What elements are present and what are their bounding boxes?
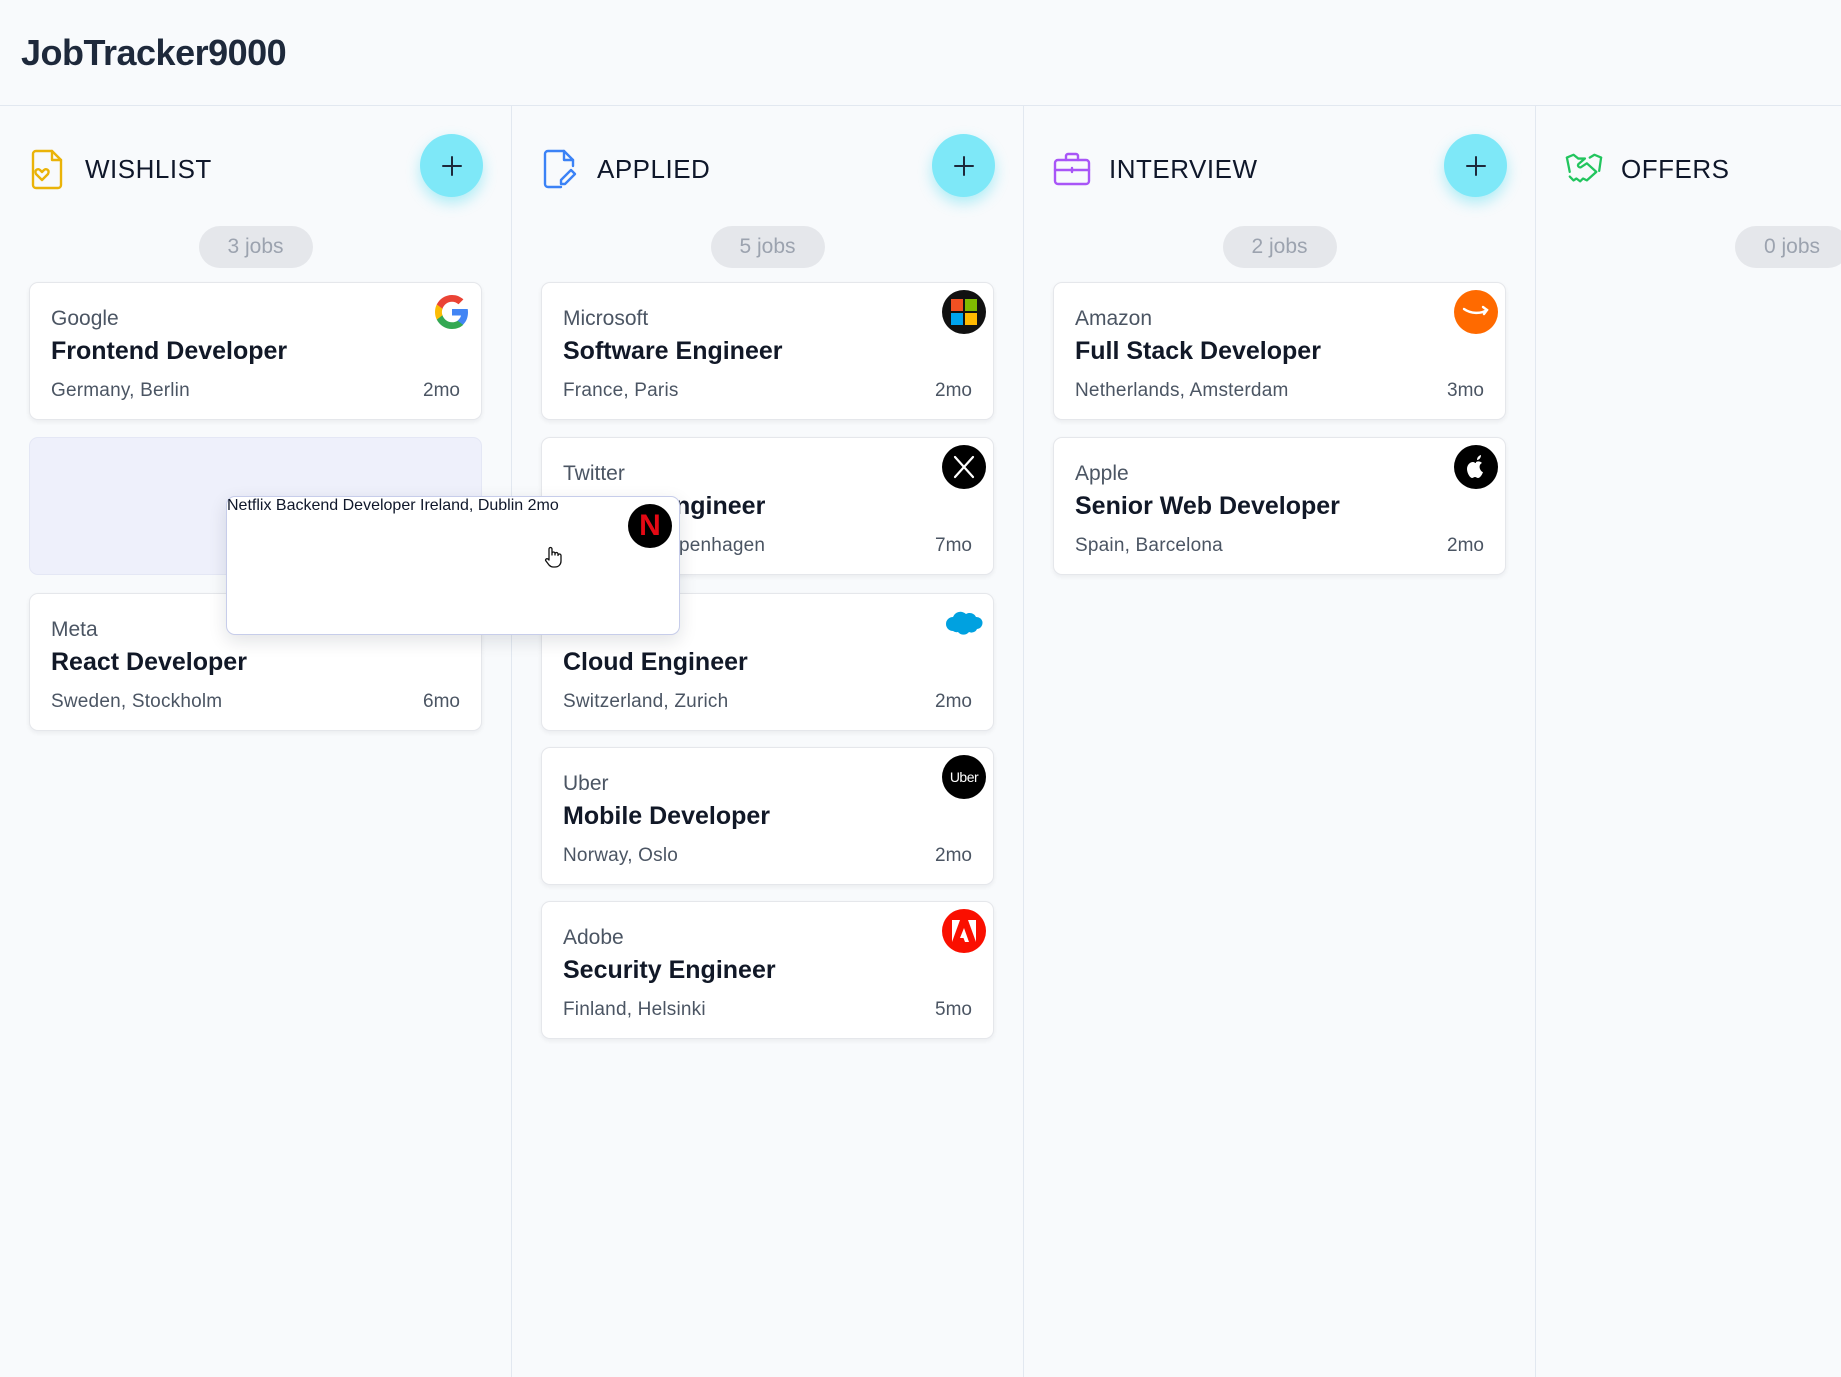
amazon-logo [1454,290,1498,334]
add-job-button[interactable] [932,134,995,197]
app-title: JobTracker9000 [21,32,287,73]
job-card[interactable]: Microsoft Software Engineer France, Pari… [541,282,994,420]
company-name: Twitter [563,462,625,485]
company-name: Google [51,307,119,330]
job-age: 2mo [527,497,559,514]
job-location: penhagen [679,535,766,556]
job-location: Spain, Barcelona [1075,535,1223,556]
job-location: Switzerland, Zurich [563,691,729,712]
job-count-badge: 2 jobs [1222,226,1337,268]
uber-logo: Uber [942,755,986,799]
job-card[interactable]: Amazon Full Stack Developer Netherlands,… [1053,282,1506,420]
job-age: 7mo [935,535,972,556]
job-age: 2mo [935,380,972,401]
company-name: Microsoft [563,307,649,330]
column-applied: APPLIED 5 jobs Microsoft Software Engine… [512,106,1024,1377]
plus-icon [441,155,462,176]
kanban-board: WISHLIST 3 jobs Google Frontend Develope… [0,106,1841,1377]
job-age: 3mo [1447,380,1484,401]
job-card[interactable]: Google Frontend Developer Germany, Berli… [29,282,482,420]
microsoft-logo [942,290,986,334]
column-title: INTERVIEW [1109,153,1258,184]
company-name: Meta [51,618,98,641]
job-card[interactable]: Apple Senior Web Developer Spain, Barcel… [1053,437,1506,575]
file-pen-icon [541,148,579,190]
job-age: 5mo [935,999,972,1020]
job-age: 6mo [423,691,460,712]
adobe-logo [942,909,986,953]
dragging-job-card[interactable]: Netflix Backend Developer Ireland, Dubli… [226,496,680,635]
job-title: ngineer [675,492,766,520]
job-title: Frontend Developer [51,337,288,365]
app-header: JobTracker9000 [0,0,1841,106]
job-title: Cloud Engineer [563,648,748,676]
column-header: OFFERS [1565,144,1841,194]
salesforce-logo [942,601,986,645]
company-name: Amazon [1075,307,1153,330]
column-title: WISHLIST [85,153,212,184]
job-location: Sweden, Stockholm [51,691,223,712]
job-age: 2mo [1447,535,1484,556]
company-name: Apple [1075,462,1129,485]
job-location: Germany, Berlin [51,380,190,401]
job-count-badge: 3 jobs [198,226,313,268]
job-title: Backend Developer [275,497,416,514]
plus-icon [1465,155,1486,176]
x-logo [942,445,986,489]
company-name: Netflix [227,497,272,514]
job-title: Security Engineer [563,956,776,984]
job-location: Ireland, Dublin [420,497,524,514]
netflix-logo: N [628,504,672,548]
job-title: Senior Web Developer [1075,492,1340,520]
apple-logo [1454,445,1498,489]
column-title: OFFERS [1621,153,1730,184]
job-age: 2mo [423,380,460,401]
company-name: Uber [563,772,609,795]
job-count-badge: 5 jobs [710,226,825,268]
google-logo [430,290,474,334]
job-location: Netherlands, Amsterdam [1075,380,1289,401]
job-title: Full Stack Developer [1075,337,1321,365]
job-location: France, Paris [563,380,679,401]
job-card[interactable]: Uber Mobile Developer Norway, Oslo 2mo U… [541,747,994,885]
job-title: React Developer [51,648,247,676]
briefcase-icon [1053,148,1091,190]
handshake-icon [1565,148,1603,190]
add-job-button[interactable] [420,134,483,197]
job-age: 2mo [935,691,972,712]
job-card[interactable]: Adobe Security Engineer Finland, Helsink… [541,901,994,1039]
grab-cursor-icon [544,546,562,573]
column-wishlist: WISHLIST 3 jobs Google Frontend Develope… [0,106,512,1377]
job-count-badge: 0 jobs [1734,226,1841,268]
column-interview: INTERVIEW 2 jobs Amazon Full Stack Devel… [1024,106,1536,1377]
file-heart-icon [29,148,67,190]
job-location: Norway, Oslo [563,845,679,866]
add-job-button[interactable] [1444,134,1507,197]
job-title: Mobile Developer [563,802,770,830]
column-offers: OFFERS 0 jobs [1536,106,1841,1377]
plus-icon [953,155,974,176]
column-title: APPLIED [597,153,711,184]
job-location: Finland, Helsinki [563,999,706,1020]
company-name: Adobe [563,926,624,949]
job-title: Software Engineer [563,337,783,365]
job-age: 2mo [935,845,972,866]
